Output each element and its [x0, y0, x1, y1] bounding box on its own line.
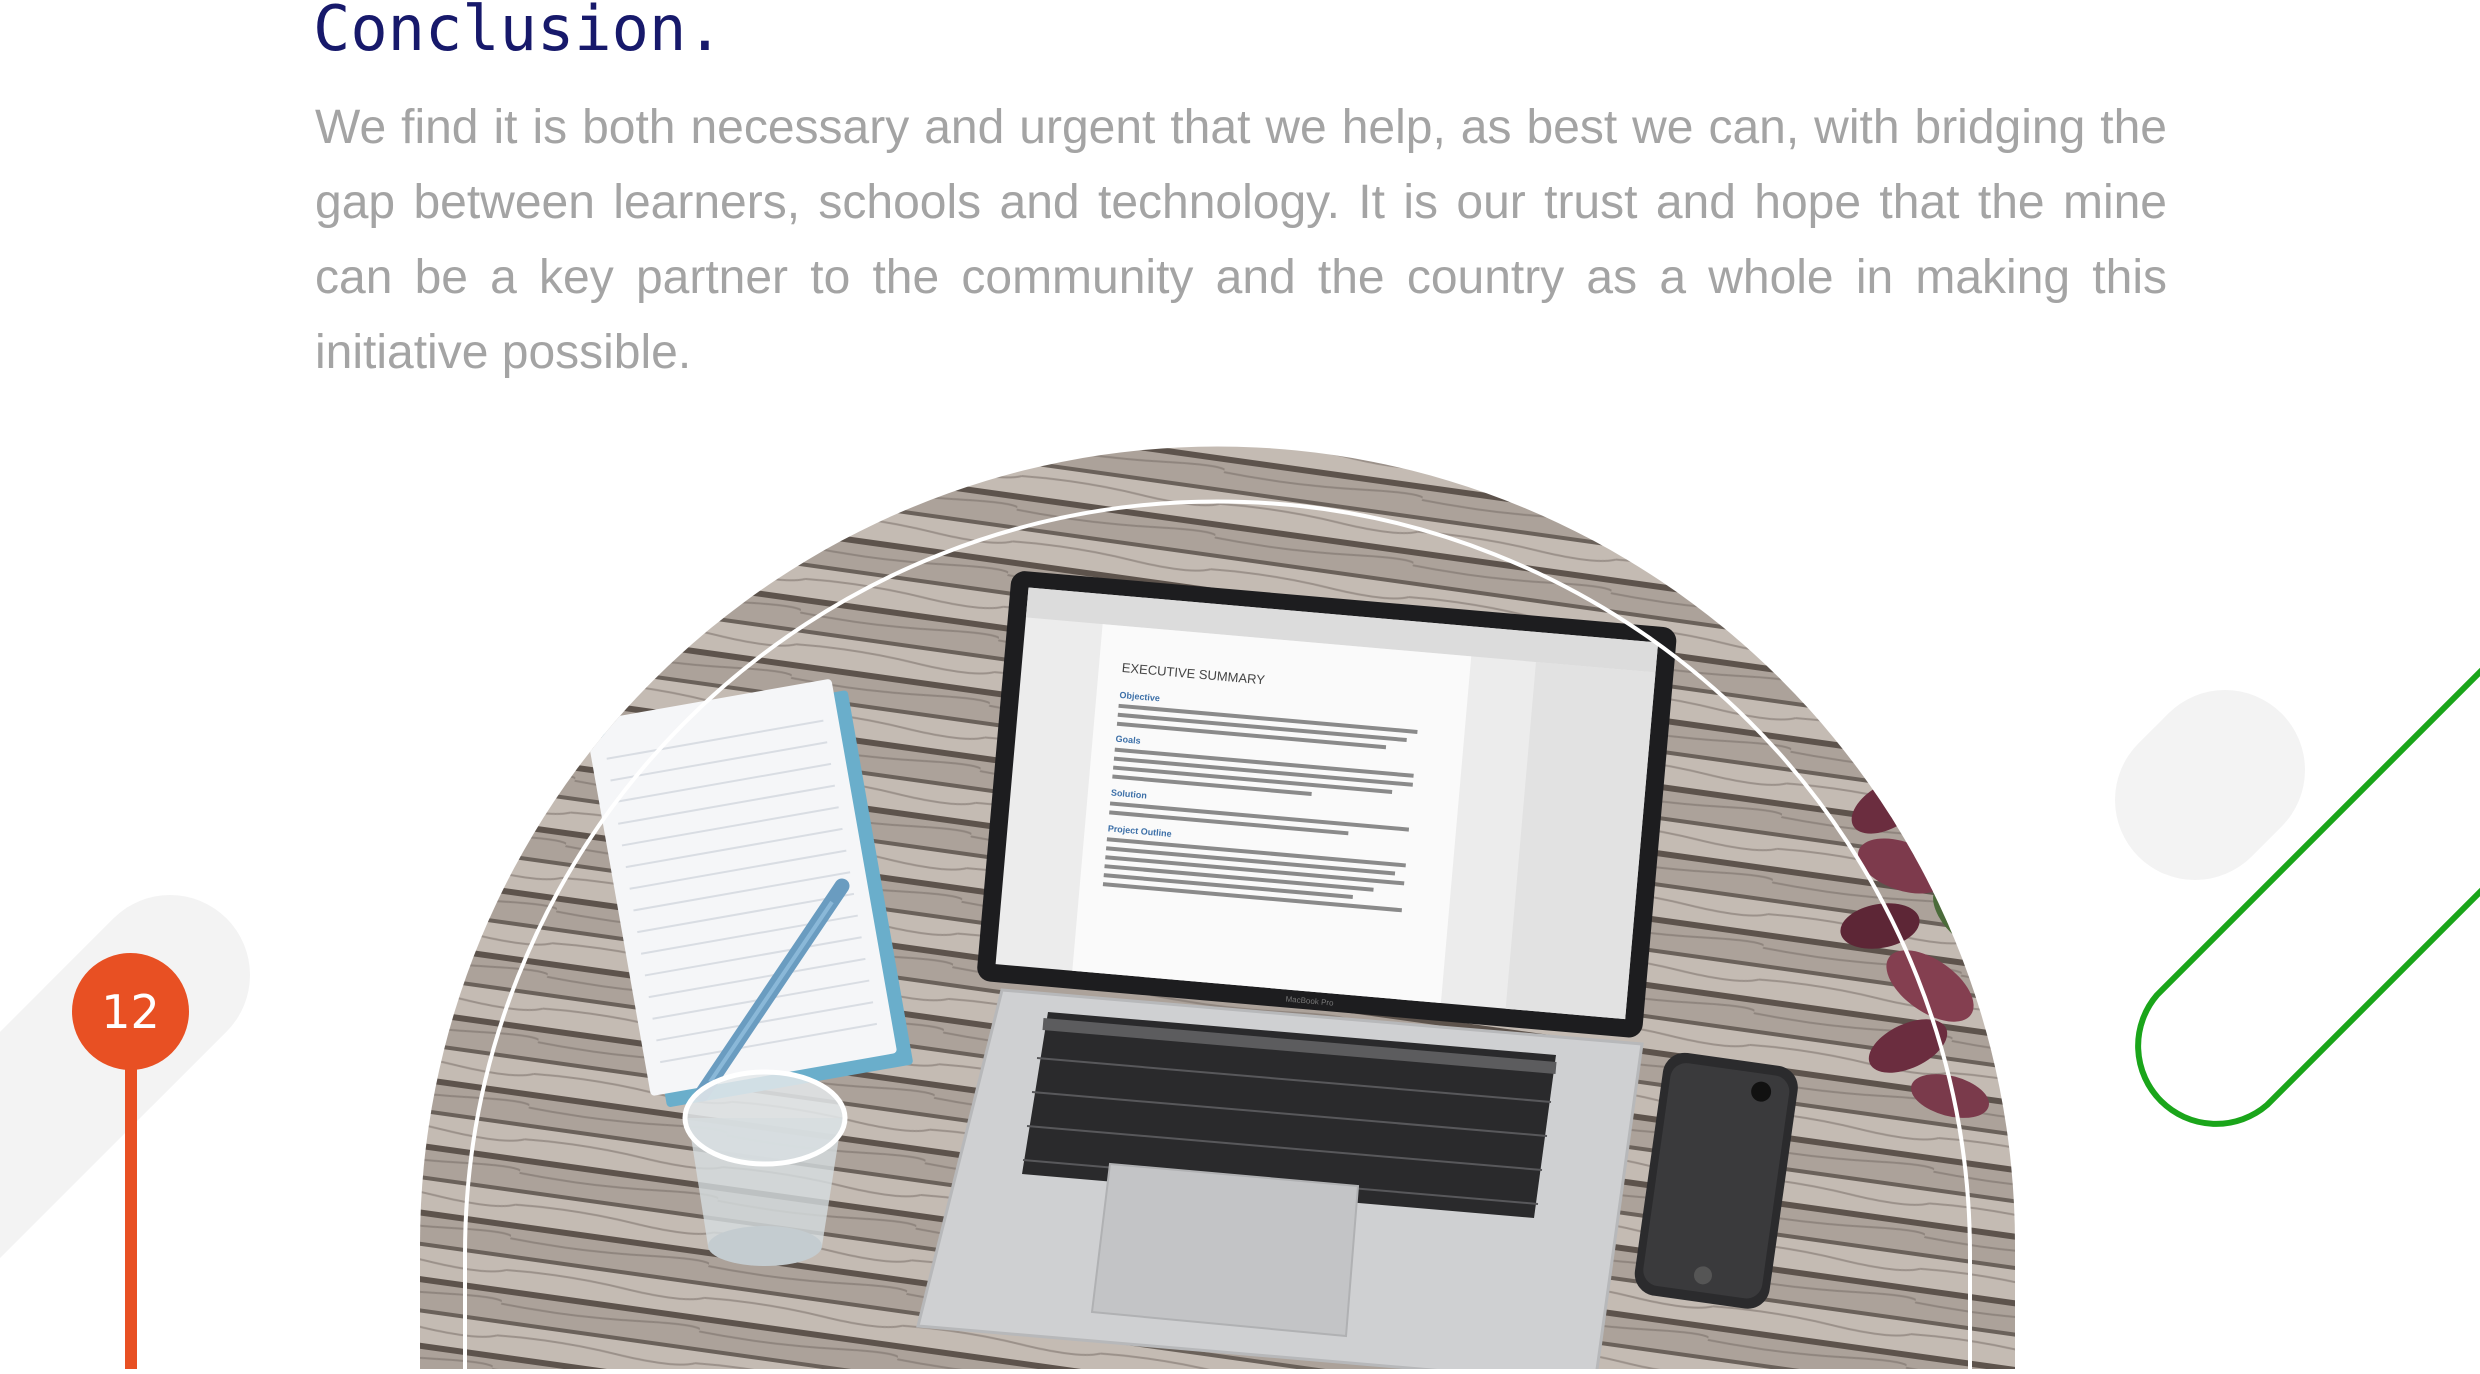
- page-number-stem: [125, 1060, 137, 1369]
- arch-photo: EXECUTIVE SUMMARY Objective Goals Soluti…: [420, 446, 2015, 1369]
- laptop: EXECUTIVE SUMMARY Objective Goals Soluti…: [916, 571, 1677, 1369]
- water-glass: [682, 1069, 848, 1266]
- section-heading: Conclusion.: [313, 0, 724, 65]
- page-number-badge: 12: [72, 953, 189, 1070]
- conclusion-paragraph: We find it is both necessary and urgent …: [315, 101, 2167, 379]
- right-gray-pill: [2115, 690, 2305, 880]
